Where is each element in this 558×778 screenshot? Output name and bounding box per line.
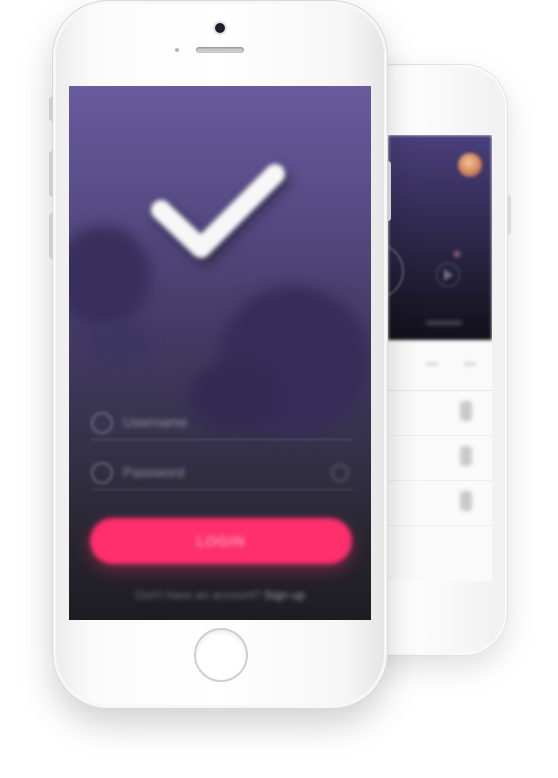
play-icon[interactable] — [436, 263, 460, 287]
field-underline — [91, 439, 353, 440]
lock-icon — [91, 462, 113, 484]
proximity-sensor — [175, 48, 179, 52]
earpiece-speaker — [196, 47, 244, 53]
mic-icon — [460, 446, 472, 466]
signup-prompt: Don't have an account? Sign up — [69, 588, 371, 602]
back-phone-screen — [387, 135, 492, 581]
back-tab[interactable] — [464, 362, 476, 366]
eye-icon[interactable] — [331, 464, 349, 482]
login-screen: Username Password LOGIN Don't have an ac… — [69, 86, 371, 620]
signup-prompt-text: Don't have an account? — [135, 588, 261, 602]
avatar — [458, 153, 482, 177]
username-value: Username — [123, 414, 188, 430]
user-icon — [91, 412, 113, 434]
volume-down-button — [49, 213, 53, 259]
background-hill — [89, 326, 149, 366]
back-dot — [454, 251, 460, 257]
back-tab[interactable] — [426, 362, 438, 366]
login-button[interactable]: LOGIN — [90, 518, 352, 564]
list-item[interactable] — [388, 481, 492, 526]
field-underline — [91, 489, 353, 490]
mic-icon — [460, 491, 472, 511]
checkmark-icon — [151, 164, 285, 258]
volume-up-button — [49, 151, 53, 197]
front-camera — [215, 23, 225, 33]
mute-switch — [49, 97, 53, 121]
username-field[interactable]: Username — [91, 406, 353, 440]
front-phone: Username Password LOGIN Don't have an ac… — [49, 0, 391, 709]
home-button[interactable] — [194, 628, 248, 682]
list-item[interactable] — [388, 436, 492, 481]
power-button — [387, 161, 391, 221]
mic-icon — [460, 401, 472, 421]
login-button-label: LOGIN — [196, 533, 246, 549]
back-side-button — [507, 195, 511, 235]
password-field[interactable]: Password — [91, 456, 353, 490]
list-item[interactable] — [388, 391, 492, 436]
password-value: Password — [123, 464, 185, 480]
back-caption — [426, 321, 462, 325]
signup-link[interactable]: Sign up — [264, 588, 305, 602]
back-tab-row — [388, 340, 492, 391]
